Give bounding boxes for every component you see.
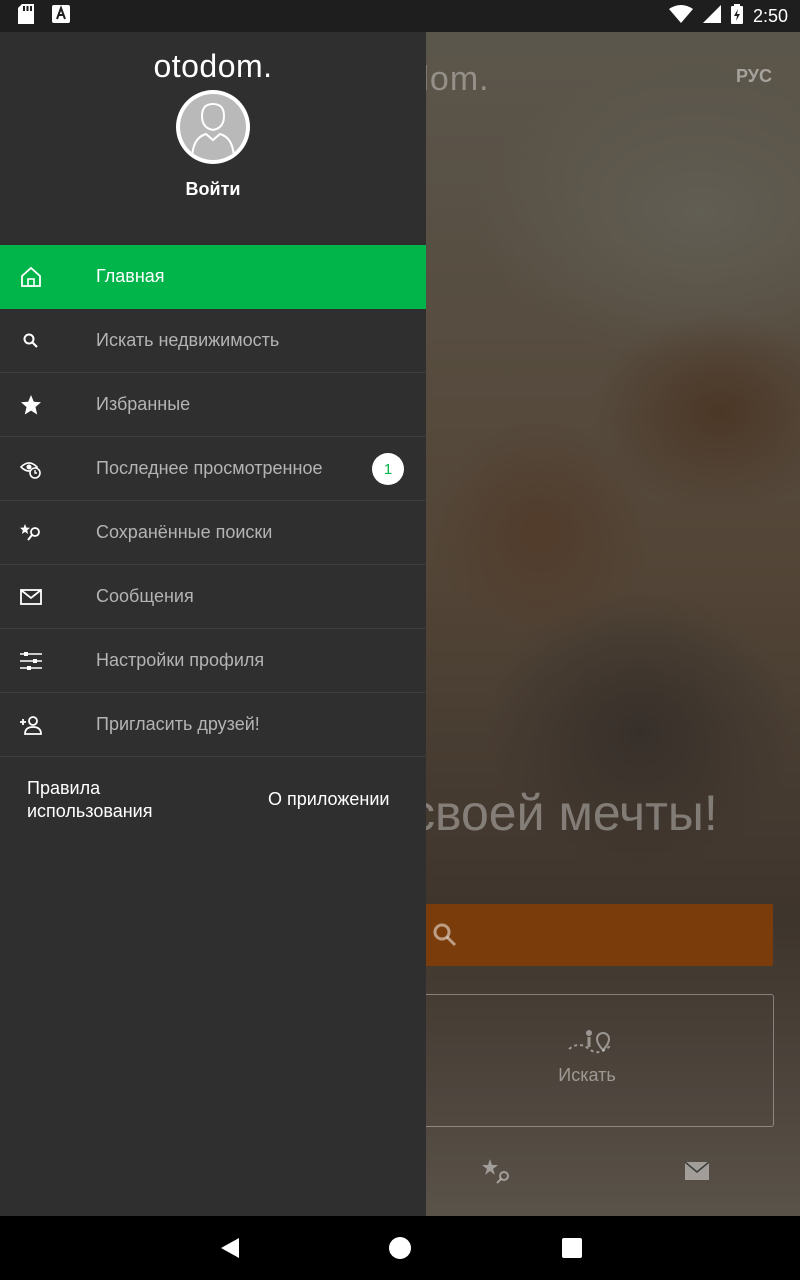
menu-item-label: Настройки профиля: [96, 650, 265, 670]
menu-item-recently-viewed[interactable]: Последнее просмотренное 1: [0, 437, 426, 501]
terms-of-use-link[interactable]: Правила использования: [27, 777, 207, 823]
navigation-drawer: otodom. Войти Главная Искать недвижимост…: [0, 32, 426, 1216]
add-user-icon: [20, 714, 42, 736]
mail-icon[interactable]: [685, 1162, 709, 1180]
menu-item-label: Избранные: [96, 394, 191, 414]
search-icon: [433, 923, 457, 947]
menu-item-favorites[interactable]: Избранные: [0, 373, 426, 437]
home-button-icon[interactable]: [388, 1236, 412, 1260]
menu-item-label: Главная: [96, 266, 165, 286]
recently-viewed-icon: [20, 458, 42, 480]
map-pin-route-icon: [568, 1030, 612, 1054]
mail-icon: [20, 586, 42, 608]
back-icon[interactable]: [219, 1236, 243, 1260]
menu-item-label: Сообщения: [96, 586, 194, 606]
background-search-label: Искать: [558, 1065, 616, 1085]
drawer-header: otodom. Войти: [0, 32, 426, 245]
menu-item-messages[interactable]: Сообщения: [0, 565, 426, 629]
recently-viewed-count-badge: 1: [372, 453, 404, 485]
login-link[interactable]: Войти: [0, 179, 426, 200]
search-icon: [20, 330, 42, 352]
otodom-logo: otodom.: [153, 48, 273, 84]
sd-card-icon: [18, 3, 34, 29]
home-icon: [20, 266, 42, 288]
menu-item-saved-searches[interactable]: Сохранённые поиски: [0, 501, 426, 565]
menu-item-label: Искать недвижимость: [96, 330, 280, 350]
notification-a-icon: [52, 4, 70, 28]
menu-item-label: Сохранённые поиски: [96, 522, 273, 542]
menu-item-label: Последнее просмотренное: [96, 458, 323, 478]
status-time: 2:50: [752, 5, 788, 26]
menu-item-profile-settings[interactable]: Настройки профиля: [0, 629, 426, 693]
drawer-menu: Главная Искать недвижимость Избранные По…: [0, 245, 426, 757]
user-placeholder-icon: [191, 102, 235, 160]
saved-searches-icon: [20, 522, 42, 544]
menu-item-search-property[interactable]: Искать недвижимость: [0, 309, 426, 373]
avatar[interactable]: [176, 90, 250, 164]
star-icon: [20, 394, 42, 416]
menu-item-home[interactable]: Главная: [0, 245, 426, 309]
language-switch[interactable]: РУС: [736, 66, 772, 87]
settings-sliders-icon: [20, 650, 42, 672]
drawer-footer: Правила использования О приложении: [0, 757, 426, 847]
menu-item-label: Пригласить друзей!: [96, 714, 260, 734]
background-headline: своей мечты!: [410, 785, 718, 841]
background-search-bar[interactable]: [400, 904, 773, 966]
recents-icon[interactable]: [560, 1236, 584, 1260]
status-bar: 2:50: [0, 0, 800, 32]
background-search-box[interactable]: Искать: [400, 994, 774, 1127]
signal-icon: [702, 4, 721, 28]
system-navigation-bar: [0, 1216, 800, 1280]
battery-charging-icon: [730, 3, 743, 29]
about-app-link[interactable]: О приложении: [268, 789, 389, 810]
saved-searches-icon[interactable]: [482, 1158, 512, 1184]
wifi-icon: [668, 4, 693, 28]
menu-item-invite-friends[interactable]: Пригласить друзей!: [0, 693, 426, 757]
